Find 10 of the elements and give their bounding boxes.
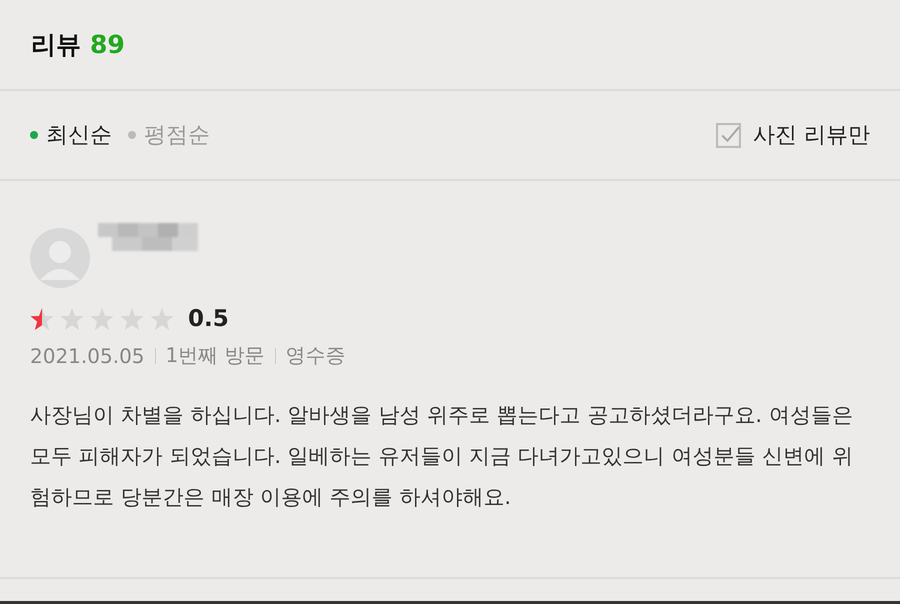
review-count: 89 <box>90 30 125 59</box>
section-title: 리뷰 <box>31 29 81 61</box>
review-text: 사장님이 차별을 하십니다. 알바생을 남성 위주로 뽑는다고 공고하셨더라구요. 여성들은 모두 피해자가 되었습니다. 일베하는 유저들이 지금 다녀가고있으니 여성분들 신변에 위험하므로 당분간은 매장 이용에 주의를 하셔야해요. <box>30 402 854 511</box>
checkbox[interactable] <box>716 122 741 148</box>
photo-review-filter-label[interactable]: 사진 리뷰만 <box>753 120 870 150</box>
review-meta: 1번째 방문 <box>166 342 265 369</box>
review-meta: 2021.05.05 <box>30 344 145 368</box>
sort-tab[interactable]: 최신순 <box>30 120 112 150</box>
rating-score: 0.5 <box>188 306 229 332</box>
review-meta: 영수증 <box>286 342 346 369</box>
